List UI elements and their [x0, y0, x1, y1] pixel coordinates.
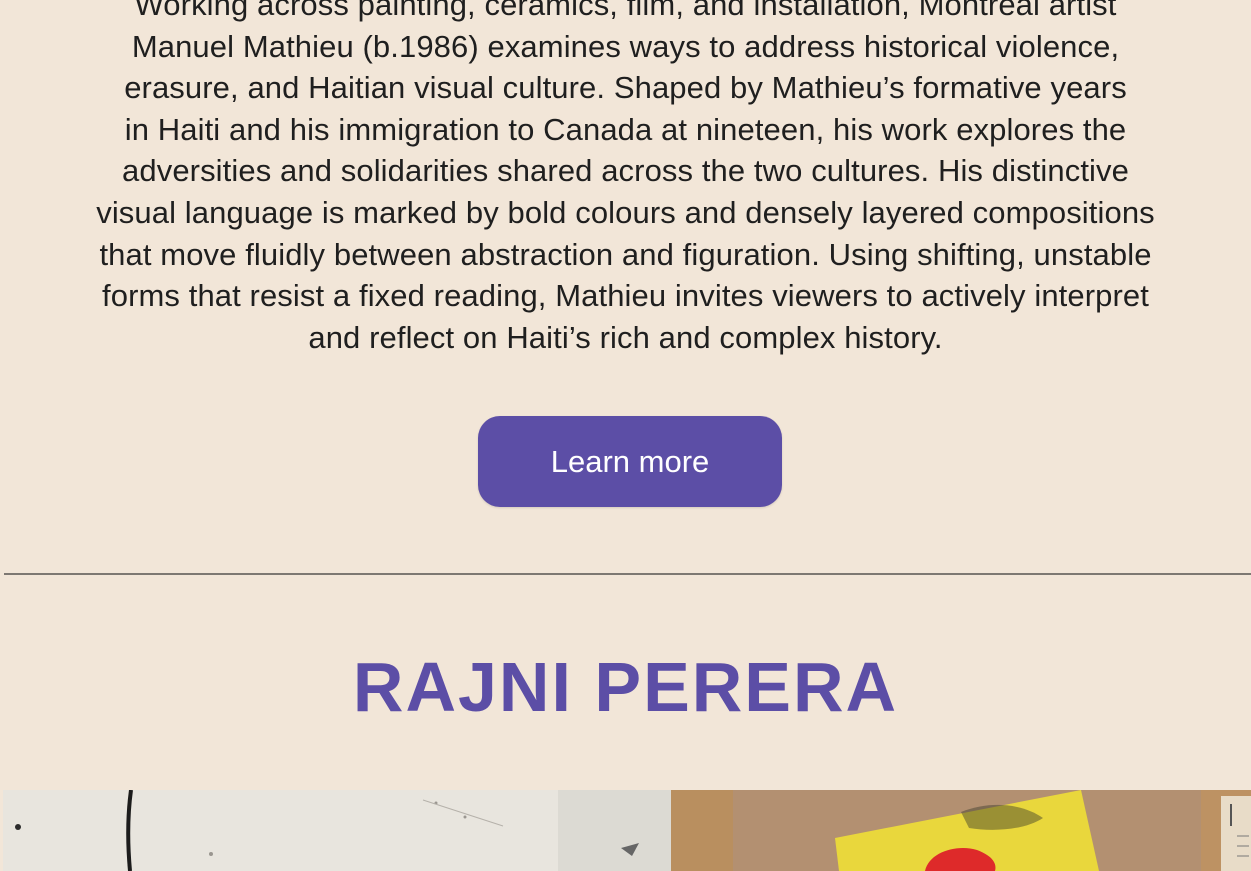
bio-line: forms that resist a fixed reading, Mathi… — [102, 278, 1149, 314]
bio-line: Manuel Mathieu (b.1986) examines ways to… — [131, 28, 1120, 64]
bio-line: erasure, and Haitian visual culture. Sha… — [124, 70, 1127, 106]
bio-line: adversities and solidarities shared acro… — [122, 153, 1129, 189]
bio-line: in Haiti and his immigration to Canada a… — [124, 111, 1127, 147]
artwork-image-right[interactable] — [671, 790, 1251, 871]
bio-line: visual language is marked by bold colour… — [96, 194, 1155, 230]
bio-line: Working across painting, ceramics, film,… — [134, 0, 1117, 22]
bio-line: that move fluidly between abstraction an… — [99, 236, 1152, 272]
artwork-right-graphic — [671, 790, 1251, 871]
learn-more-button[interactable]: Learn more — [478, 416, 782, 507]
artist-name-heading: RAJNI PERERA — [352, 648, 899, 726]
bio-line: and reflect on Haiti’s rich and complex … — [308, 319, 943, 355]
artwork-left-graphic — [3, 790, 671, 871]
artwork-image-left[interactable] — [3, 790, 671, 871]
artist-bio-paragraph: Working across painting, ceramics, film,… — [0, 0, 1251, 358]
section-divider — [4, 573, 1251, 575]
